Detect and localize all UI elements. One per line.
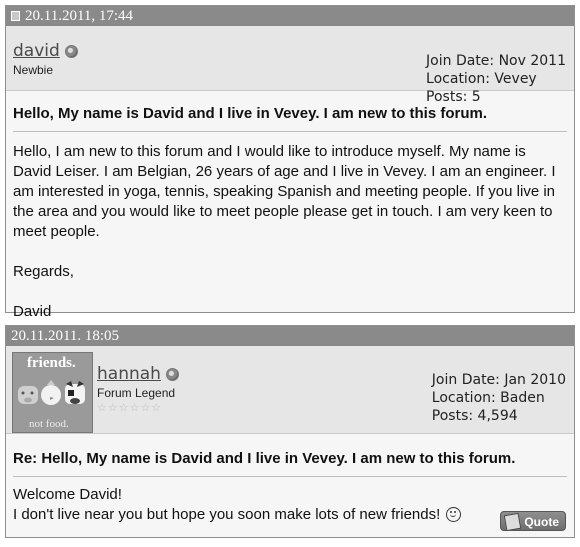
online-status-icon: [64, 45, 78, 59]
post-line: Welcome David!: [13, 486, 122, 503]
post-paragraph: Hello, I am new to this forum and I woul…: [13, 143, 556, 240]
user-details: Join Date: Jan 2010 Location: Baden Post…: [432, 371, 566, 425]
post-count: Posts: 5: [426, 89, 481, 105]
post-timestamp: 20.11.2011. 18:05: [11, 328, 120, 344]
post-line-wrapper: I don't live near you but hope you soon …: [13, 505, 567, 525]
post-header: 20.11.2011, 17:44: [6, 6, 574, 26]
user-block: david Newbie: [13, 41, 78, 77]
post-body: Hello, I am new to this forum and I woul…: [6, 132, 574, 322]
join-date: Join Date: Jan 2010: [431, 372, 566, 388]
online-status-icon: [165, 368, 179, 382]
post-2: 20.11.2011. 18:05 friends. not food. han…: [5, 325, 575, 538]
user-info-bar: friends. not food. hannah Forum Legend ☆…: [6, 346, 574, 434]
user-location: Location: Baden: [431, 390, 545, 406]
username-link[interactable]: david: [13, 41, 60, 61]
post-count: Posts: 4,594: [431, 408, 518, 424]
quote-label: Quote: [524, 515, 559, 529]
avatar[interactable]: friends. not food.: [12, 352, 93, 433]
user-title: Newbie: [13, 63, 54, 77]
user-info-bar: david Newbie Join Date: Nov 2011 Locatio…: [6, 26, 574, 105]
avatar-footer: not food.: [29, 418, 69, 430]
user-title: Forum Legend: [97, 386, 176, 400]
post-line: I don't live near you but hope you soon …: [13, 506, 441, 523]
post-title: Re: Hello, My name is David and I live i…: [13, 450, 516, 467]
reputation-stars: ☆☆☆☆☆☆: [97, 402, 163, 414]
quote-icon: [503, 512, 522, 532]
post-body: Welcome David! I don't live near you but…: [6, 477, 574, 525]
post-1: 20.11.2011, 17:44 david Newbie Join Date…: [5, 5, 575, 320]
quote-button[interactable]: Quote: [500, 511, 566, 532]
user-block: hannah Forum Legend ☆☆☆☆☆☆: [97, 364, 179, 414]
post-paragraph: Regards,: [13, 263, 74, 280]
post-icon: [11, 10, 20, 21]
post-timestamp: 20.11.2011, 17:44: [25, 8, 134, 24]
post-paragraph: David: [13, 303, 52, 320]
user-location: Location: Vevey: [426, 71, 537, 87]
smiley-icon: [446, 506, 462, 522]
post-header: 20.11.2011. 18:05: [6, 326, 574, 346]
join-date: Join Date: Nov 2011: [426, 53, 566, 69]
user-details: Join Date: Nov 2011 Location: Vevey Post…: [426, 52, 566, 106]
username-link[interactable]: hannah: [97, 364, 161, 384]
